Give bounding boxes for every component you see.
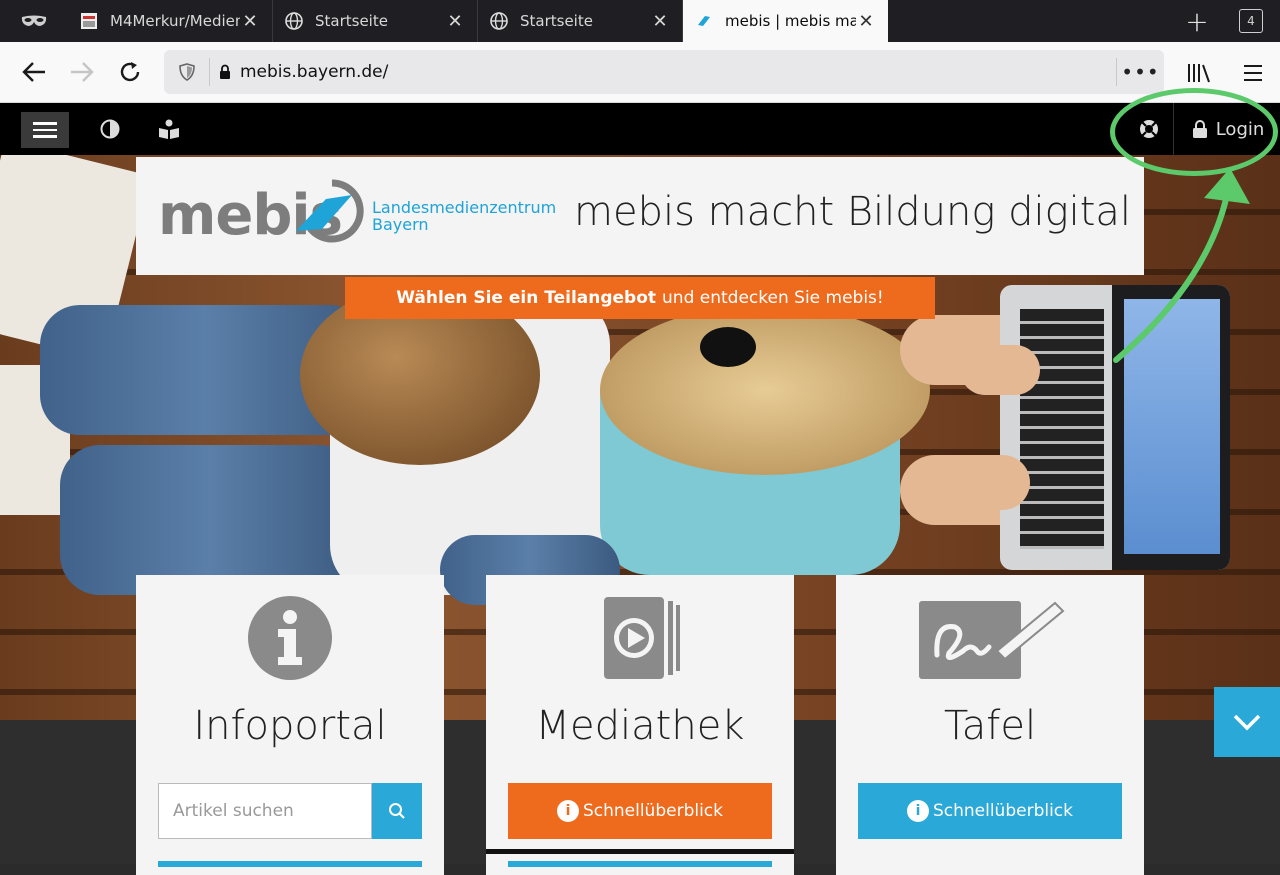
- mebis-favicon-icon: [695, 12, 713, 30]
- tab-count: 4: [1239, 9, 1263, 33]
- blonde-hair: [600, 305, 930, 475]
- url-text[interactable]: mebis.bayern.de/: [240, 62, 1116, 82]
- padlock-icon[interactable]: [210, 64, 240, 80]
- tab-count-button[interactable]: 4: [1222, 0, 1280, 42]
- banner-text: und entdecken Sie mebis!: [662, 288, 884, 308]
- chevron-down-icon: [1233, 714, 1261, 731]
- hamburger-menu-button[interactable]: [21, 112, 69, 148]
- page-actions-more-icon[interactable]: •••: [1116, 58, 1164, 86]
- jeans-left-2: [60, 445, 360, 595]
- card-title: Infoportal: [193, 703, 387, 749]
- article-search: [158, 783, 422, 839]
- mediathek-card: Mediathek i Schnellüberblick: [486, 575, 794, 875]
- tab-title: mebis | mebis mac: [725, 12, 856, 30]
- mebis-logo-icon: [296, 179, 364, 243]
- reload-icon: [120, 62, 140, 82]
- contrast-icon[interactable]: [99, 118, 121, 140]
- landesmedienzentrum-logo-text: Landesmedienzentrum Bayern: [372, 198, 557, 234]
- new-tab-button[interactable]: +: [1172, 0, 1222, 42]
- close-tab-icon[interactable]: ✕: [650, 11, 670, 32]
- card-button-strip[interactable]: [508, 861, 772, 867]
- banner-bold-text: Wählen Sie ein Teilangebot: [396, 288, 657, 308]
- globe-icon: [490, 12, 508, 30]
- tracking-protection-shield-icon[interactable]: [164, 58, 210, 86]
- hand-lower: [940, 455, 1030, 510]
- reload-button[interactable]: [106, 52, 154, 92]
- info-circle-icon: [248, 596, 332, 680]
- card-button-strip[interactable]: [158, 861, 422, 867]
- tab-title: M4Merkur/Medien: [110, 12, 240, 30]
- card-title: Mediathek: [535, 703, 745, 749]
- back-arrow-icon: [22, 62, 45, 82]
- tab-title: Startseite: [315, 12, 388, 30]
- tab-startseite-1[interactable]: Startseite ✕: [273, 0, 478, 42]
- annotation-arrow: [1113, 168, 1250, 363]
- tafel-card: Tafel i Schnellüberblick: [836, 575, 1144, 875]
- forward-button[interactable]: [58, 52, 106, 92]
- search-button[interactable]: [372, 783, 422, 839]
- hand-upper: [960, 345, 1040, 395]
- hair-tie: [700, 327, 756, 367]
- library-icon[interactable]: [1172, 62, 1226, 84]
- search-icon: [389, 803, 405, 819]
- mediathek-quick-overview-button[interactable]: i Schnellüberblick: [508, 783, 772, 839]
- article-search-input[interactable]: [158, 783, 372, 839]
- tab-title: Startseite: [520, 12, 593, 30]
- tab-startseite-2[interactable]: Startseite ✕: [478, 0, 683, 42]
- button-label: Schnellüberblick: [582, 801, 724, 821]
- card-title: Tafel: [943, 703, 1037, 749]
- back-button[interactable]: [10, 52, 58, 92]
- close-tab-icon[interactable]: ✕: [240, 11, 260, 32]
- whiteboard-signature-icon: [919, 601, 1065, 679]
- site-top-bar: Login: [0, 103, 1280, 155]
- close-tab-icon[interactable]: ✕: [445, 11, 465, 32]
- close-tab-icon[interactable]: ✕: [856, 11, 876, 32]
- browser-tab-bar: M4Merkur/Medien ✕ Startseite ✕ Startseit…: [0, 0, 1280, 42]
- header-card: mebis Landesmedienzentrum Bayern mebis m…: [136, 157, 1144, 275]
- info-icon: i: [556, 800, 579, 822]
- button-label: Schnellüberblick: [932, 801, 1074, 821]
- tab-mebis[interactable]: mebis | mebis mac ✕: [683, 0, 888, 42]
- scroll-indicator-bar: [486, 849, 794, 854]
- info-icon: i: [906, 800, 929, 822]
- choose-offer-banner: Wählen Sie ein Teilangebot und entdecken…: [345, 277, 935, 319]
- tafel-quick-overview-button[interactable]: i Schnellüberblick: [858, 783, 1122, 839]
- page-tagline: mebis macht Bildung digital: [574, 189, 1132, 235]
- page-favicon-icon: [80, 12, 98, 30]
- address-bar[interactable]: mebis.bayern.de/ •••: [164, 50, 1164, 94]
- scroll-down-button[interactable]: [1214, 687, 1280, 757]
- forward-arrow-icon: [71, 62, 94, 82]
- browser-nav-bar: mebis.bayern.de/ •••: [0, 42, 1280, 103]
- video-play-icon: [604, 597, 680, 679]
- app-menu-icon[interactable]: [1226, 64, 1280, 82]
- globe-icon: [285, 12, 303, 30]
- infoportal-card: Infoportal: [136, 575, 444, 875]
- tab-m4merkur[interactable]: M4Merkur/Medien ✕: [68, 0, 273, 42]
- private-browsing-mask-icon: [0, 0, 68, 42]
- reader-book-icon[interactable]: [157, 118, 181, 140]
